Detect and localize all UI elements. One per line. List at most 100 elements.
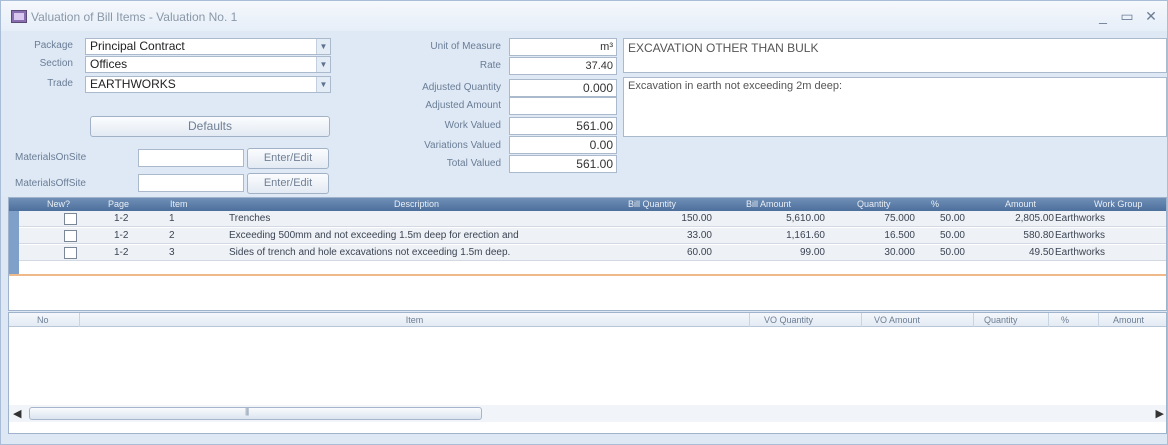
- col-quantity[interactable]: Quantity: [857, 198, 907, 211]
- col-quantity[interactable]: Quantity: [973, 313, 1048, 327]
- form-area: Package Principal Contract ▼ Section Off…: [1, 31, 1167, 196]
- cell-bill-amount: 1,161.60: [786, 230, 825, 241]
- materials-offsite-label: MaterialsOffSite: [15, 178, 86, 189]
- col-amount[interactable]: Amount: [1005, 198, 1055, 211]
- cell-bill-quantity: 150.00: [681, 213, 712, 224]
- cell-amount: 580.80: [1023, 230, 1054, 241]
- cell-bill-amount: 5,610.00: [786, 213, 825, 224]
- cell-quantity: 75.000: [884, 213, 915, 224]
- materials-onsite-input[interactable]: [138, 149, 244, 167]
- col-new[interactable]: New?: [47, 198, 77, 211]
- scroll-thumb[interactable]: [29, 407, 482, 420]
- maximize-button[interactable]: ▭: [1117, 6, 1137, 26]
- adjusted-quantity-label: Adjusted Quantity: [422, 82, 501, 93]
- new-checkbox[interactable]: [64, 247, 77, 259]
- col-item[interactable]: Item: [170, 198, 210, 211]
- title-bar: Valuation of Bill Items - Valuation No. …: [1, 1, 1167, 31]
- vo-grid-header: No Item VO Quantity VO Amount Quantity %…: [9, 313, 1166, 327]
- cell-item: 3: [169, 247, 175, 258]
- enter-edit-offsite-button[interactable]: Enter/Edit: [247, 173, 329, 194]
- col-vo-amount[interactable]: VO Amount: [861, 313, 973, 327]
- cell-item: 1: [169, 213, 175, 224]
- package-select[interactable]: Principal Contract ▼: [85, 38, 331, 55]
- chevron-down-icon[interactable]: ▼: [316, 77, 330, 92]
- package-label: Package: [34, 40, 73, 51]
- table-row[interactable]: 1-2 1 Trenches 150.00 5,610.00 75.000 50…: [19, 211, 1166, 227]
- package-value: Principal Contract: [90, 39, 185, 53]
- cell-bill-quantity: 60.00: [686, 247, 712, 258]
- adjusted-amount-field[interactable]: [509, 97, 617, 115]
- total-valued-field[interactable]: 561.00: [509, 155, 617, 173]
- cell-percent: 50.00: [939, 247, 965, 258]
- col-percent[interactable]: %: [1048, 313, 1098, 327]
- section-value: Offices: [90, 57, 128, 71]
- cell-amount: 49.50: [1028, 247, 1054, 258]
- cell-quantity: 16.500: [884, 230, 915, 241]
- row-selector[interactable]: [9, 211, 19, 274]
- new-checkbox[interactable]: [64, 230, 77, 242]
- horizontal-scrollbar[interactable]: ◀ ▶: [9, 405, 1166, 422]
- cell-quantity: 30.000: [884, 247, 915, 258]
- app-icon: [11, 10, 27, 23]
- col-amount[interactable]: Amount: [1098, 313, 1166, 327]
- col-description[interactable]: Description: [394, 198, 484, 211]
- chevron-down-icon[interactable]: ▼: [316, 39, 330, 54]
- rate-field[interactable]: 37.40: [509, 57, 617, 75]
- cell-percent: 50.00: [939, 230, 965, 241]
- adjusted-quantity-field[interactable]: 0.000: [509, 79, 617, 97]
- col-bill-quantity[interactable]: Bill Quantity: [628, 198, 698, 211]
- cell-work-group: Earthworks: [1055, 213, 1106, 224]
- description-text[interactable]: Excavation in earth not exceeding 2m dee…: [623, 77, 1167, 137]
- cell-description: Exceeding 500mm and not exceeding 1.5m d…: [229, 230, 519, 241]
- section-select[interactable]: Offices ▼: [85, 56, 331, 73]
- materials-onsite-label: MaterialsOnSite: [15, 152, 87, 163]
- cell-work-group: Earthworks: [1055, 230, 1106, 241]
- bill-grid-header: New? Page Item Description Bill Quantity…: [9, 198, 1166, 211]
- cell-description: Sides of trench and hole excavations not…: [229, 247, 511, 258]
- col-percent[interactable]: %: [931, 198, 951, 211]
- bill-items-grid: New? Page Item Description Bill Quantity…: [8, 197, 1167, 311]
- minimize-button[interactable]: _: [1093, 6, 1113, 26]
- new-checkbox[interactable]: [64, 213, 77, 225]
- col-work-group[interactable]: Work Group: [1094, 198, 1164, 211]
- col-bill-amount[interactable]: Bill Amount: [746, 198, 816, 211]
- chevron-down-icon[interactable]: ▼: [316, 57, 330, 72]
- cell-bill-quantity: 33.00: [686, 230, 712, 241]
- heading-text[interactable]: EXCAVATION OTHER THAN BULK: [623, 38, 1167, 73]
- cell-amount: 2,805.00: [1015, 213, 1054, 224]
- cell-page: 1-2: [114, 230, 129, 241]
- variations-valued-field[interactable]: 0.00: [509, 136, 617, 154]
- enter-edit-onsite-button[interactable]: Enter/Edit: [247, 148, 329, 169]
- col-page[interactable]: Page: [108, 198, 148, 211]
- table-row[interactable]: 1-2 2 Exceeding 500mm and not exceeding …: [19, 228, 1166, 244]
- adjusted-amount-label: Adjusted Amount: [425, 100, 501, 111]
- close-button[interactable]: ✕: [1141, 6, 1161, 26]
- cell-item: 2: [169, 230, 175, 241]
- scroll-right-icon[interactable]: ▶: [1156, 407, 1164, 420]
- window-title: Valuation of Bill Items - Valuation No. …: [31, 10, 238, 24]
- valuation-window: Valuation of Bill Items - Valuation No. …: [0, 0, 1168, 445]
- col-no[interactable]: No: [9, 313, 79, 327]
- cell-work-group: Earthworks: [1055, 247, 1106, 258]
- section-label: Section: [39, 58, 73, 69]
- col-item[interactable]: Item: [79, 313, 749, 327]
- col-vo-quantity[interactable]: VO Quantity: [749, 313, 861, 327]
- cell-percent: 50.00: [939, 213, 965, 224]
- cell-description: Trenches: [229, 213, 271, 224]
- rate-label: Rate: [479, 60, 501, 71]
- trade-select[interactable]: EARTHWORKS ▼: [85, 76, 331, 93]
- trade-value: EARTHWORKS: [90, 77, 176, 91]
- unit-of-measure-field[interactable]: m³: [509, 38, 617, 56]
- cell-bill-amount: 99.00: [799, 247, 825, 258]
- defaults-button[interactable]: Defaults: [90, 116, 330, 137]
- cell-page: 1-2: [114, 213, 129, 224]
- work-valued-label: Work Valued: [444, 120, 501, 131]
- new-row-indicator: [9, 274, 1166, 276]
- cell-page: 1-2: [114, 247, 129, 258]
- unit-of-measure-label: Unit of Measure: [430, 41, 501, 52]
- table-row[interactable]: 1-2 3 Sides of trench and hole excavatio…: [19, 245, 1166, 261]
- work-valued-field[interactable]: 561.00: [509, 117, 617, 135]
- scroll-left-icon[interactable]: ◀: [13, 407, 21, 420]
- materials-offsite-input[interactable]: [138, 174, 244, 192]
- trade-label: Trade: [47, 78, 73, 89]
